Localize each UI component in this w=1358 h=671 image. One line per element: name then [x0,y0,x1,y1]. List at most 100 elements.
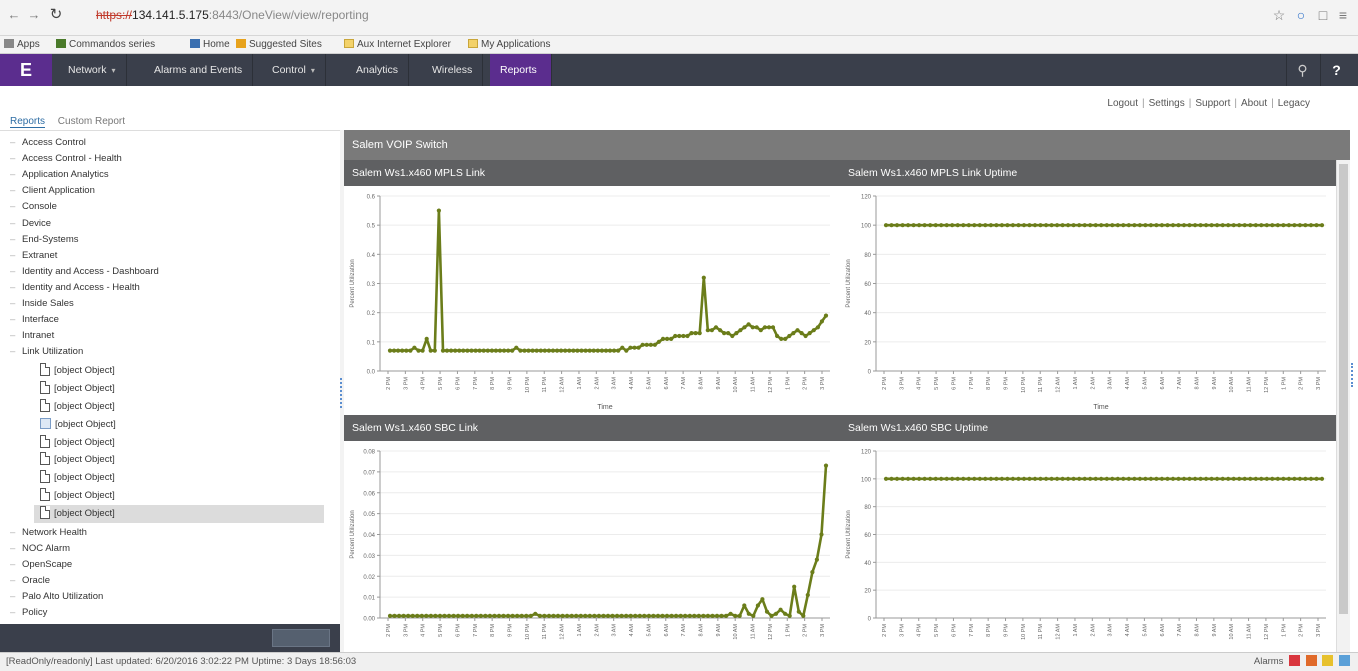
alarms-indicator[interactable]: Alarms [1254,653,1350,671]
x-tick-label: 4 PM [421,377,427,390]
data-point [803,333,808,339]
data-point [766,325,772,330]
tree-item[interactable]: – Oracle [10,573,50,589]
tree-child[interactable]: [object Object] [40,398,330,416]
bookmark-home[interactable]: Home [190,38,230,52]
data-point [387,613,393,618]
reload-icon[interactable]: ↻ [48,7,64,23]
tree-child[interactable]: [object Object] [40,469,330,487]
extension-icon[interactable]: ○ [1292,6,1310,24]
tree-item[interactable]: – Identity and Access - Health [10,280,140,296]
tree-item[interactable]: – Inside Sales [10,296,74,312]
bookmark-myapps[interactable]: My Applications [468,38,550,52]
logout-link[interactable]: Logout [1107,98,1138,109]
tree-item[interactable]: – Client Application [10,183,95,199]
help-icon[interactable]: ? [1320,54,1352,86]
tree-item-label: Access Control [22,137,86,148]
tree-item[interactable]: – Application Analytics [10,167,109,183]
bookmark-commandos[interactable]: Commandos series [56,38,155,52]
data-point [1220,223,1225,228]
y-tick-label: 60 [864,533,871,539]
tree-child-selected[interactable]: [object Object] [34,504,324,523]
tree-child[interactable]: [object Object] [40,434,330,452]
tree-item[interactable]: – Access Control - Health [10,151,122,167]
tree-item[interactable]: – End-Systems [10,232,79,248]
search-icon[interactable]: ⚲ [1286,54,1318,86]
x-tick-label: 12 PM [768,624,774,640]
alarm-info-icon[interactable] [1339,655,1350,666]
tab-reports[interactable]: Reports [10,116,46,128]
tab-custom-report[interactable]: Custom Report [58,116,125,127]
tree-item-label: Identity and Access - Health [22,281,140,293]
tree-child[interactable]: [object Object] [40,487,330,505]
support-link[interactable]: Support [1195,98,1230,109]
tree-item[interactable]: – Access Control [10,135,86,151]
alarm-critical-icon[interactable] [1289,655,1301,666]
alarm-minor-icon[interactable] [1322,655,1334,666]
data-point [664,613,670,618]
nav-alarms-events[interactable]: Alarms and Events [144,54,254,86]
tree-item[interactable]: – NOC Alarm [10,541,70,557]
star-icon[interactable]: ☆ [1270,6,1288,24]
menu-icon[interactable]: ≡ [1334,6,1352,24]
data-point [742,603,747,608]
nav-wireless[interactable]: Wireless [422,54,484,86]
alarm-major-icon[interactable] [1305,655,1317,666]
tree-item[interactable]: – Device [10,216,51,232]
extreme-logo[interactable]: E [0,54,52,86]
bookmark-apps[interactable]: Apps [4,38,40,52]
nav-analytics[interactable]: Analytics [346,54,410,86]
data-point [693,331,698,336]
right-splitter-grip[interactable] [1351,363,1355,387]
tree-child[interactable]: [object Object] [40,451,330,469]
x-tick-label: 4 PM [421,624,427,637]
tree-item[interactable]: – Extranet [10,248,57,264]
address-bar[interactable]: https://134.141.5.175:8443/OneView/view/… [96,5,1276,25]
data-point [1198,223,1203,228]
tree-action-button[interactable] [272,629,330,647]
data-point [1121,223,1126,228]
tree-item[interactable]: – Interface [10,312,59,328]
nav-reports[interactable]: Reports [490,54,552,86]
tree-connector: – [10,153,16,165]
x-tick-label: 5 AM [1142,377,1148,390]
data-point [1099,223,1104,228]
bookmark-suggested[interactable]: Suggested Sites [236,38,322,52]
settings-link[interactable]: Settings [1149,98,1185,109]
tree-connector: – [10,169,16,181]
nav-control[interactable]: Control ▾ [262,54,326,86]
tree-item[interactable]: – OpenScape [10,557,72,573]
report-scrollbar[interactable] [1336,160,1350,652]
bookmark-ie[interactable]: Aux Internet Explorer [344,38,451,52]
tree-child[interactable]: [object Object] [40,380,330,398]
data-point [632,345,637,350]
data-point [911,223,916,228]
tree-item[interactable]: – Palo Alto Utilization [10,589,103,605]
y-axis-label: Percent Utilization [846,510,852,558]
browser-toolbar: ← → ↻ https://134.141.5.175:8443/OneView… [0,0,1358,36]
data-point [565,613,570,618]
about-link[interactable]: About [1241,98,1267,109]
window-icon[interactable]: □ [1314,6,1332,24]
back-icon[interactable]: ← [6,7,22,23]
tree-item[interactable]: – Network Health [10,525,87,541]
data-point [1093,223,1098,228]
tree-item[interactable]: – Link Utilization [10,344,83,360]
tree-item[interactable]: – Policy [10,605,47,621]
legacy-link[interactable]: Legacy [1278,98,1310,109]
tree-child[interactable]: [object Object] [40,362,330,380]
tree-item[interactable]: – Intranet [10,328,54,344]
data-point [950,476,955,481]
tree-child[interactable]: [object Object] [40,416,330,434]
data-point [988,476,993,481]
scrollbar-thumb[interactable] [1339,164,1348,614]
data-point [939,476,944,481]
tree-item[interactable]: – Console [10,199,57,215]
forward-icon[interactable]: → [26,7,42,23]
nav-network[interactable]: Network ▾ [58,54,127,86]
y-tick-label: 120 [861,195,872,201]
data-point [928,223,933,228]
separator: | [1142,98,1145,109]
splitter-grip[interactable] [340,378,343,408]
tree-item[interactable]: – Identity and Access - Dashboard [10,264,159,280]
